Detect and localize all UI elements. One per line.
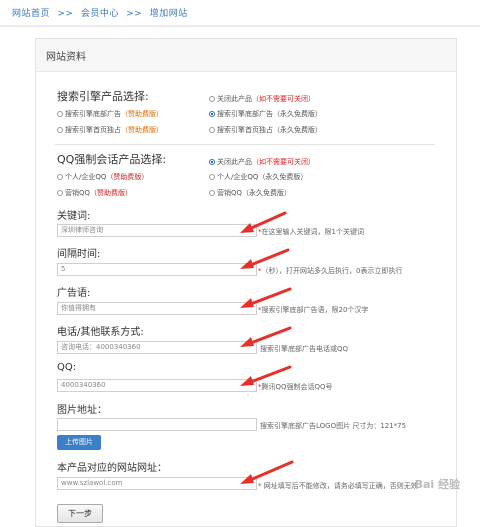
- arrow-icon: [240, 460, 294, 484]
- arrow-icon: [240, 211, 287, 233]
- watermark-logo: Bai 经验: [414, 478, 460, 491]
- arrow-icon: [240, 287, 292, 308]
- arrow-icon: [240, 365, 292, 386]
- annotation-arrows: [240, 211, 294, 484]
- arrow-icon: [240, 326, 292, 347]
- arrow-icon: [240, 248, 290, 269]
